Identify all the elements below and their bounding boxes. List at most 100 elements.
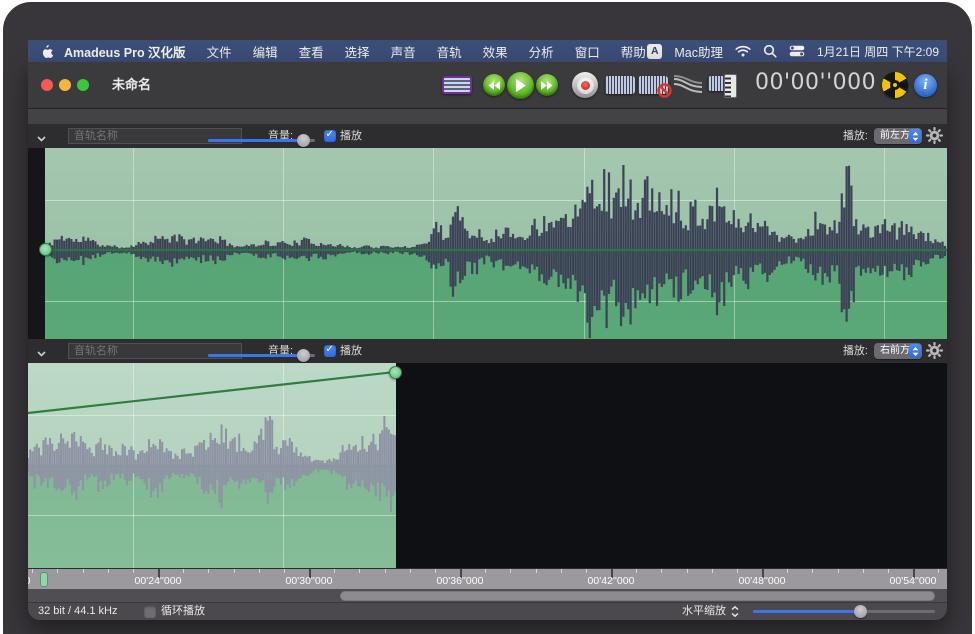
- play-checkbox[interactable]: ✓: [324, 345, 336, 357]
- ruler-time-label: 00'24''000: [118, 575, 198, 587]
- volume-slider[interactable]: [208, 349, 315, 362]
- menu-list: 文件 编辑 查看 选择 声音 音轨 效果 分析 窗口 帮助: [207, 42, 646, 61]
- track2-waveform-area[interactable]: [28, 363, 947, 568]
- play-button[interactable]: [507, 72, 534, 99]
- sample-format-label: 32 bit / 44.1 kHz: [38, 603, 118, 620]
- ruler-minor-tick: [812, 569, 813, 573]
- menu-bar-status: A Mac助理: [647, 42, 947, 61]
- control-center-icon[interactable]: [789, 45, 805, 57]
- menubar-menu-7[interactable]: 效果: [483, 42, 508, 61]
- ruler-minor-tick: [435, 569, 436, 573]
- pan-label: 播放:: [828, 339, 868, 363]
- track1-waveform: [45, 148, 947, 339]
- search-icon[interactable]: [763, 44, 777, 58]
- play-label: 播放: [340, 124, 362, 148]
- ruler-minor-tick: [385, 569, 386, 573]
- ruler-minor-tick: [259, 569, 260, 573]
- ruler-minor-tick: [863, 569, 864, 573]
- zoom-button[interactable]: [77, 79, 89, 91]
- app-name[interactable]: Amadeus Pro 汉化版: [64, 42, 186, 61]
- waveform-edit-button[interactable]: [605, 76, 635, 94]
- pan-label: 播放:: [828, 124, 868, 148]
- ruler-minor-tick: [586, 569, 587, 573]
- loop-checkbox[interactable]: ✓: [144, 606, 156, 618]
- ruler-minor-tick: [234, 569, 235, 573]
- ruler-minor-tick: [108, 569, 109, 573]
- input-method-icon[interactable]: A: [647, 44, 662, 59]
- ruler-minor-tick: [838, 569, 839, 573]
- ruler-minor-tick: [737, 569, 738, 573]
- loop-label: 循环播放: [161, 603, 205, 620]
- ruler-time-label: 00'42''000: [571, 575, 651, 587]
- time-ruler[interactable]: 00'18''00000'24''00000'30''00000'36''000…: [28, 568, 947, 590]
- ruler-minor-tick: [284, 569, 285, 573]
- collapse-chevron-icon[interactable]: [37, 133, 46, 145]
- crossfade-button[interactable]: [673, 75, 703, 100]
- menu-bar: Amadeus Pro 汉化版 文件 编辑 查看 选择 声音 音轨 效果 分析 窗口 帮助 A M…: [28, 40, 947, 62]
- volume-slider[interactable]: [208, 134, 315, 147]
- tracks-view-button[interactable]: [442, 76, 472, 94]
- track-settings-gear-icon[interactable]: [926, 342, 943, 362]
- menubar-menu-4[interactable]: 选择: [345, 42, 370, 61]
- menubar-menu-9[interactable]: 窗口: [575, 42, 600, 61]
- fast-forward-button[interactable]: [536, 74, 558, 96]
- minimize-button[interactable]: [59, 79, 71, 91]
- ruler-minor-tick: [510, 569, 511, 573]
- track1-audio-region[interactable]: [45, 148, 947, 339]
- menubar-menu-1[interactable]: 文件: [207, 42, 232, 61]
- wifi-icon[interactable]: [735, 45, 751, 57]
- pan-select[interactable]: 右前方: [874, 343, 922, 359]
- track2-audio-region[interactable]: [28, 363, 396, 568]
- ruler-minor-tick: [57, 569, 58, 573]
- menubar-menu-10[interactable]: 帮助: [621, 42, 646, 61]
- pan-select[interactable]: 前左方: [874, 128, 922, 144]
- close-button[interactable]: [41, 79, 53, 91]
- ruler-minor-tick: [133, 569, 134, 573]
- screen: Amadeus Pro 汉化版 文件 编辑 查看 选择 声音 音轨 效果 分析 窗口 帮助 A M…: [0, 0, 975, 634]
- ruler-minor-tick: [888, 569, 889, 573]
- info-button[interactable]: i: [914, 74, 937, 97]
- assistant-label[interactable]: Mac助理: [674, 42, 723, 61]
- menubar-menu-5[interactable]: 声音: [391, 42, 416, 61]
- ruler-minor-tick: [208, 569, 209, 573]
- menubar-menu-8[interactable]: 分析: [529, 42, 554, 61]
- menu-bar-clock[interactable]: 1月21日 周四 下午2:09: [817, 43, 939, 60]
- ruler-minor-tick: [334, 569, 335, 573]
- status-bar: 32 bit / 44.1 kHz ✓ 循环播放 水平缩放: [28, 602, 947, 620]
- burn-cd-button[interactable]: [882, 72, 908, 98]
- track-settings-gear-icon[interactable]: [926, 127, 943, 147]
- apple-menu-icon[interactable]: [40, 44, 53, 59]
- envelope-handle[interactable]: [389, 366, 402, 379]
- track2-waveform: [28, 363, 396, 568]
- scrollbar-thumb[interactable]: [340, 591, 935, 601]
- horizontal-zoom-slider[interactable]: [753, 605, 935, 618]
- zoom-label: 水平缩放: [678, 603, 726, 620]
- menubar-menu-2[interactable]: 编辑: [253, 42, 278, 61]
- record-button[interactable]: [572, 72, 598, 98]
- horizontal-scrollbar[interactable]: [28, 589, 947, 602]
- pan-value: 前左方: [880, 128, 910, 144]
- track2-empty-region: [396, 363, 947, 568]
- piano-keys-icon: [724, 74, 737, 98]
- ruler-minor-tick: [661, 569, 662, 573]
- ruler-time-label: 00'36''000: [420, 575, 500, 587]
- ruler-minor-tick: [410, 569, 411, 573]
- stepper-arrows-icon: [909, 344, 921, 358]
- info-glyph: i: [923, 77, 927, 94]
- window-title: 未命名: [112, 62, 151, 108]
- menubar-menu-6[interactable]: 音轨: [437, 42, 462, 61]
- play-checkbox[interactable]: ✓: [324, 130, 336, 142]
- denoise-button[interactable]: [638, 76, 668, 94]
- ruler-minor-tick: [485, 569, 486, 573]
- document-window: 未命名: [28, 62, 947, 620]
- rewind-button[interactable]: [483, 74, 505, 96]
- title-bar: 未命名: [28, 62, 947, 109]
- ruler-minor-tick: [938, 569, 939, 573]
- envelope-handle[interactable]: [39, 243, 52, 256]
- menubar-menu-3[interactable]: 查看: [299, 42, 324, 61]
- pan-value: 右前方: [880, 343, 910, 359]
- zoom-stepper-icon[interactable]: [731, 606, 739, 620]
- collapse-chevron-icon[interactable]: [37, 348, 46, 360]
- ruler-minor-tick: [561, 569, 562, 573]
- track1-waveform-area[interactable]: [28, 148, 947, 339]
